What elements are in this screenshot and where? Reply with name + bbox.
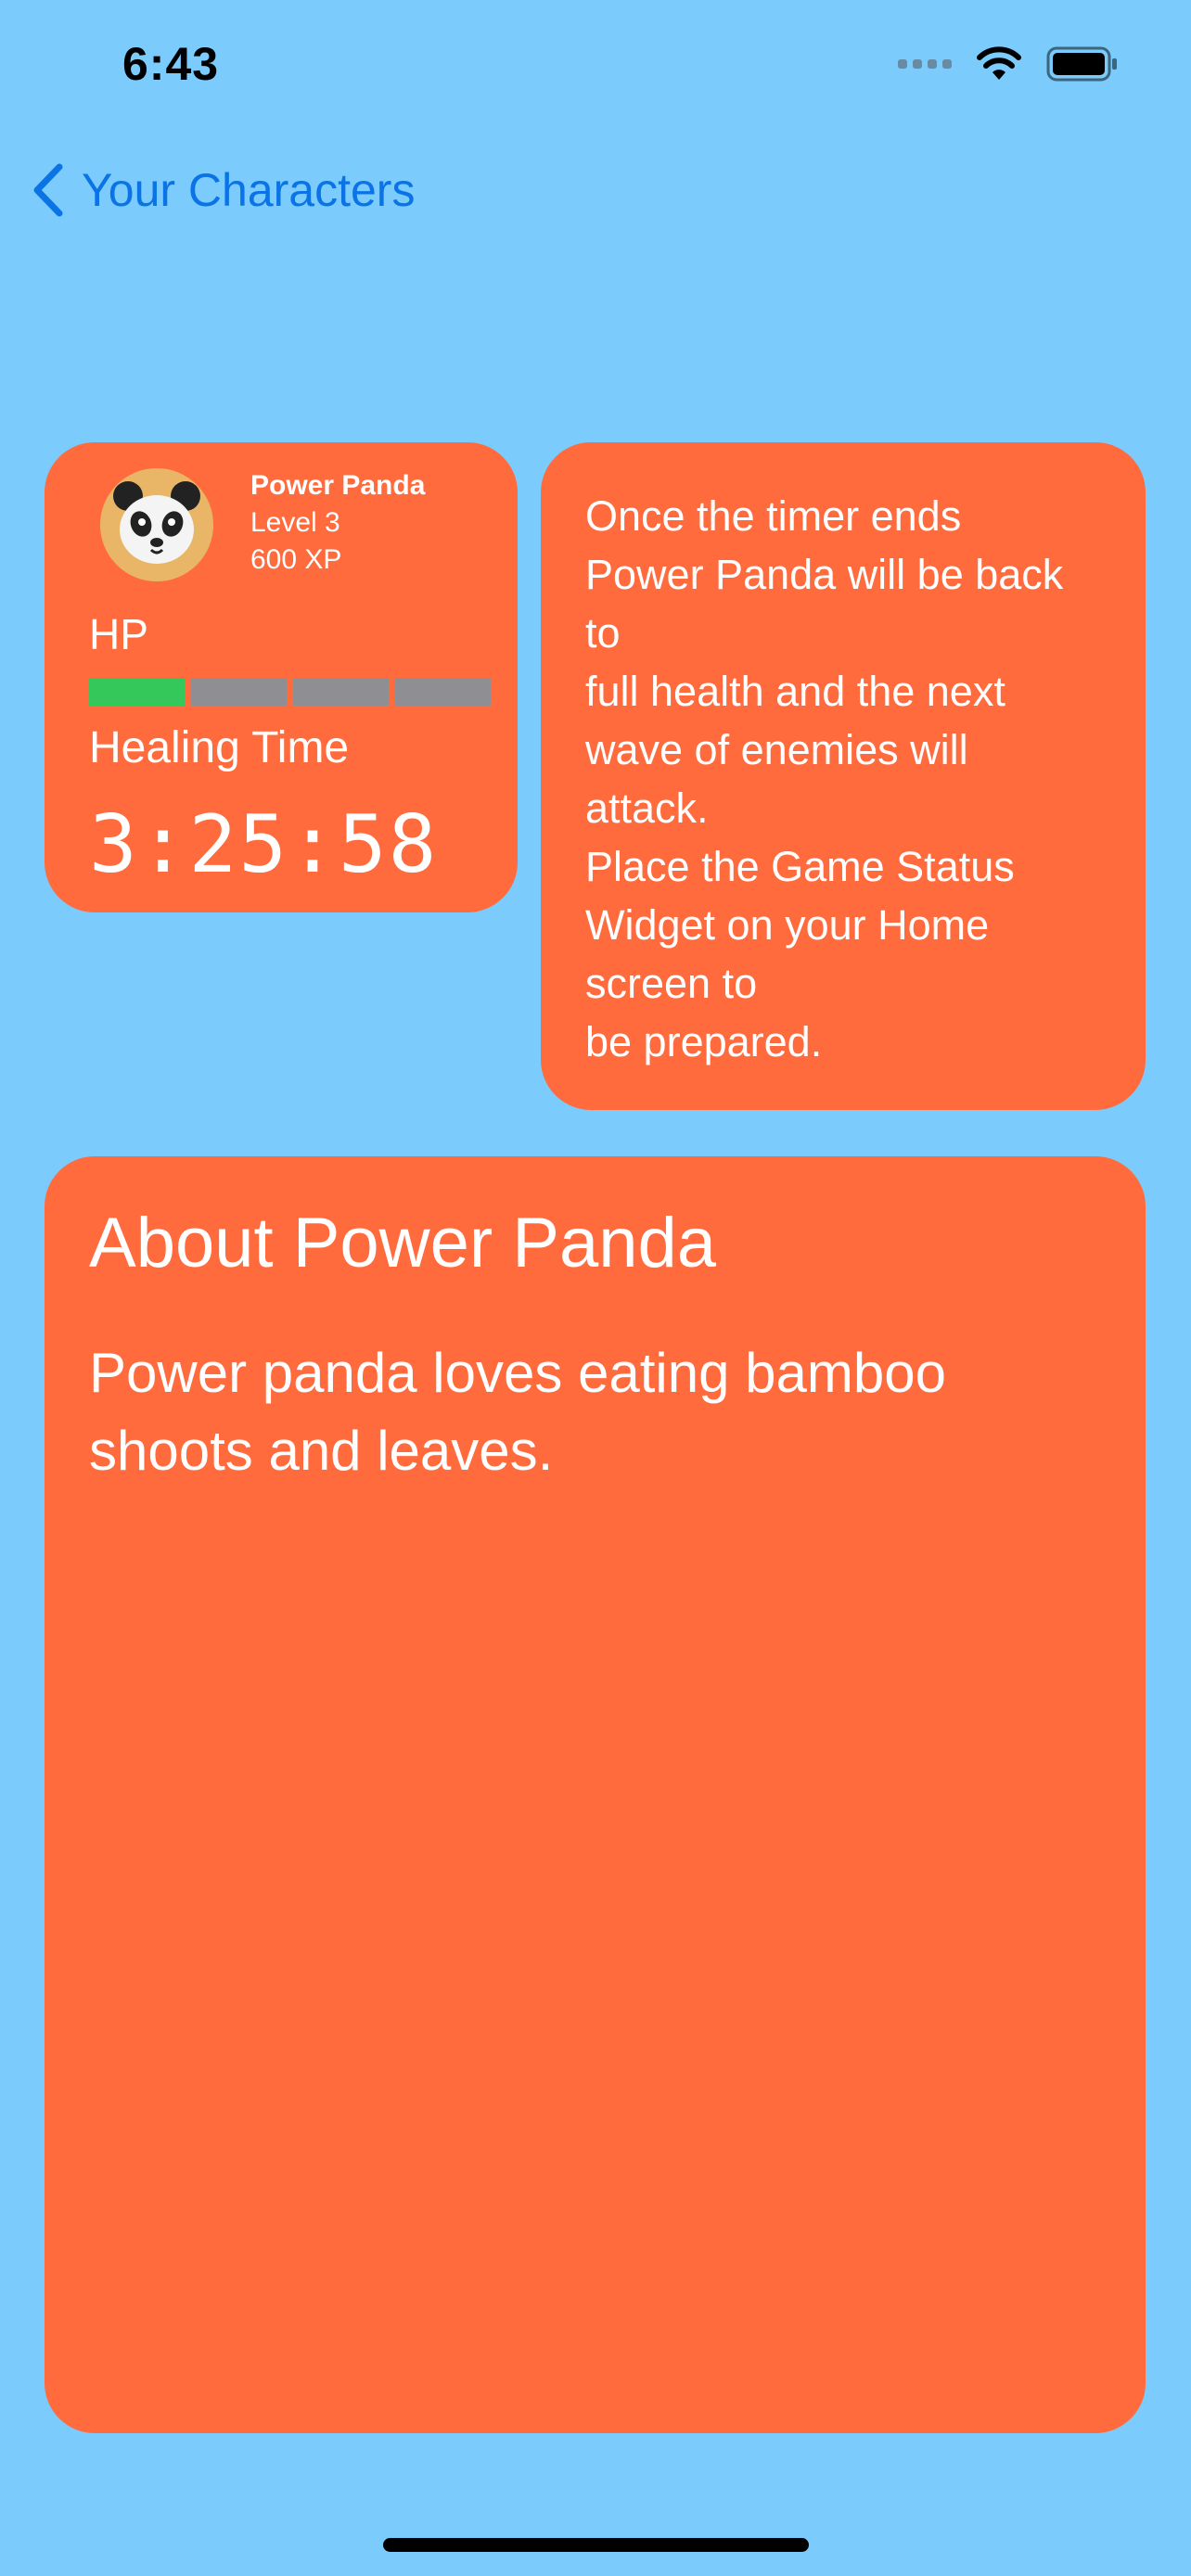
hp-segment [395, 678, 491, 706]
info-text: Once the timer ends Power Panda will be b… [585, 487, 1108, 1071]
back-button[interactable]: Your Characters [32, 163, 415, 217]
wifi-icon [977, 46, 1021, 80]
hp-bar [89, 678, 491, 706]
info-card: Once the timer ends Power Panda will be b… [541, 442, 1146, 1110]
healing-timer: 3:25:58 [89, 798, 439, 891]
status-icons [898, 46, 1119, 82]
character-xp: 600 XP [250, 544, 342, 575]
panda-avatar [100, 468, 213, 581]
back-button-label: Your Characters [82, 164, 416, 216]
info-line: screen to [585, 960, 758, 1007]
about-card: About Power Panda Power panda loves eati… [45, 1156, 1146, 2433]
info-line: Place the Game Status [585, 843, 1015, 890]
info-line: to [585, 609, 621, 657]
hp-segment [89, 678, 185, 706]
status-time: 6:43 [122, 38, 220, 90]
info-line: be prepared. [585, 1018, 823, 1065]
panda-icon [100, 468, 213, 581]
info-line: Once the timer ends [585, 492, 962, 540]
character-level: Level 3 [250, 507, 340, 538]
hp-segment [293, 678, 389, 706]
hp-segment [191, 678, 287, 706]
cellular-signal-icon [898, 59, 952, 69]
character-status-card: Power Panda Level 3 600 XP HP Healing Ti… [45, 442, 518, 912]
about-description: Power panda loves eating bamboo shoots a… [89, 1342, 946, 1482]
battery-icon [1046, 46, 1117, 82]
info-line: wave of enemies will [585, 726, 968, 773]
info-line: Widget on your Home [585, 901, 990, 949]
chevron-left-icon [33, 163, 63, 217]
hp-label: HP [89, 610, 148, 658]
healing-time-label: Healing Time [89, 723, 350, 772]
info-line: full health and the next [585, 668, 1005, 715]
info-line: attack. [585, 784, 709, 832]
character-name: Power Panda [250, 470, 426, 501]
home-indicator[interactable] [383, 2538, 809, 2552]
about-title: About Power Panda [89, 1204, 717, 1282]
info-line: Power Panda will be back [585, 551, 1064, 598]
